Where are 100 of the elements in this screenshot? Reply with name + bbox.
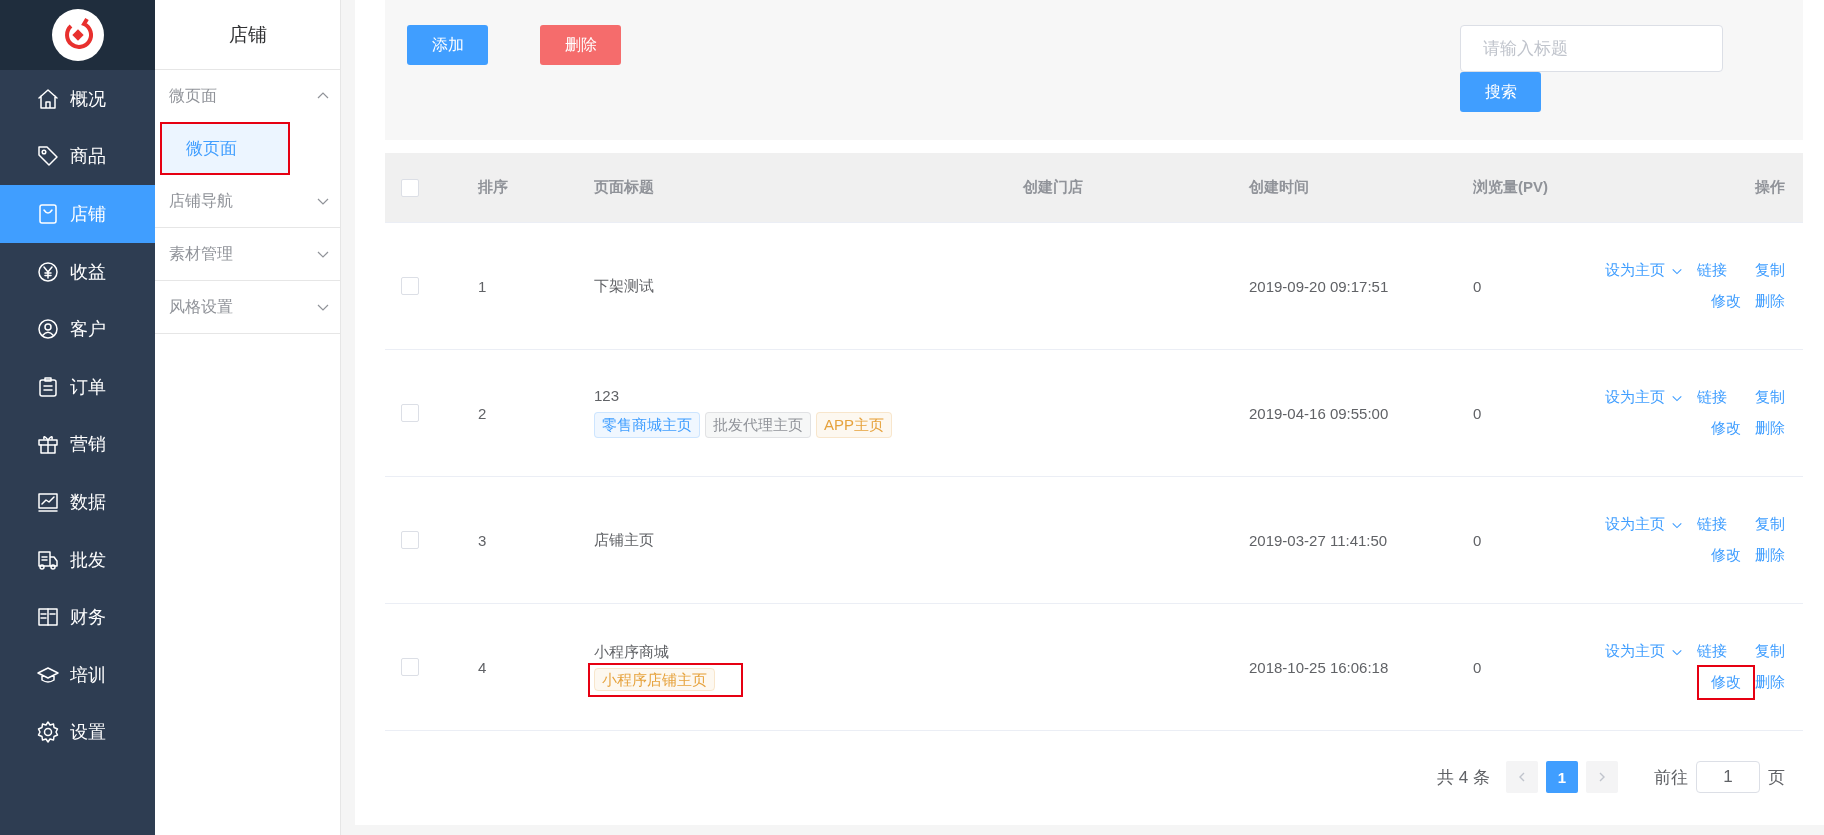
nav-item[interactable]: 财务	[0, 588, 155, 646]
table-cell: 2019-04-16 09:55:00	[1249, 404, 1389, 422]
nav-label: 培训	[70, 663, 106, 687]
search-button[interactable]: 搜索	[1460, 72, 1541, 112]
delete-action[interactable]: 删除	[1755, 546, 1785, 565]
tag-icon	[36, 144, 60, 169]
copy-action[interactable]: 复制	[1755, 642, 1785, 661]
table-cell: 2018-10-25 16:06:18	[1249, 658, 1389, 676]
copy-action[interactable]: 复制	[1755, 388, 1785, 407]
page-title: 下架测试	[594, 276, 654, 296]
nav-item[interactable]: 数据	[0, 473, 155, 531]
delete-action[interactable]: 删除	[1755, 419, 1785, 438]
toolbar-button[interactable]: 添加	[407, 25, 488, 65]
nav-label: 数据	[70, 490, 106, 514]
column-header: 创建门店	[1023, 178, 1083, 195]
nav-item[interactable]: 订单	[0, 357, 155, 416]
column-header: 页面标题	[594, 178, 654, 195]
table-cell: 2	[478, 404, 487, 422]
copy-action[interactable]: 复制	[1755, 515, 1785, 534]
submenu-group[interactable]: 店铺导航	[155, 175, 340, 228]
logo-icon	[50, 8, 105, 62]
nav-label: 财务	[70, 606, 106, 630]
edit-action[interactable]: 修改	[1697, 411, 1755, 446]
prev-page-button[interactable]	[1506, 761, 1538, 793]
nav-label: 收益	[70, 260, 106, 284]
edit-action[interactable]: 修改	[1697, 538, 1755, 573]
nav-item[interactable]: 设置	[0, 703, 155, 762]
nav-item[interactable]: 客户	[0, 300, 155, 358]
nav-item[interactable]: 批发	[0, 530, 155, 589]
set-home-dropdown[interactable]: 设为主页	[1605, 261, 1683, 280]
nav-item[interactable]: 概况	[0, 70, 155, 128]
checkbox[interactable]	[401, 178, 419, 197]
checkbox[interactable]	[401, 277, 419, 295]
link-action[interactable]: 链接	[1697, 261, 1741, 280]
table-cell: 4	[478, 658, 487, 676]
gear-icon	[36, 720, 60, 745]
nav-label: 订单	[70, 375, 106, 399]
submenu-group[interactable]: 素材管理	[155, 228, 340, 281]
link-action[interactable]: 链接	[1697, 642, 1741, 661]
page-title: 小程序商城	[594, 642, 669, 662]
total-count: 共 4 条	[1437, 766, 1490, 789]
nav-item[interactable]: 培训	[0, 645, 155, 704]
tag: 小程序店铺主页	[594, 667, 715, 691]
table-cell: 0	[1473, 277, 1482, 295]
delete-action[interactable]: 删除	[1755, 292, 1785, 311]
nav-label: 客户	[70, 318, 106, 342]
nav-label: 商品	[70, 145, 106, 169]
search-field[interactable]: 请输入标题	[1460, 25, 1723, 72]
column-header: 操作	[1755, 178, 1785, 195]
submenu-title: 店铺	[155, 0, 340, 70]
table-cell: 3	[478, 531, 487, 549]
page-title: 店铺主页	[594, 530, 654, 550]
nav-item[interactable]: 营销	[0, 415, 155, 474]
set-home-dropdown[interactable]: 设为主页	[1605, 642, 1683, 661]
goto-label: 前往	[1654, 766, 1688, 789]
table-cell: 1	[478, 277, 487, 295]
set-home-dropdown[interactable]: 设为主页	[1605, 388, 1683, 407]
tag: APP主页	[816, 411, 892, 438]
edit-action[interactable]: 修改	[1697, 284, 1755, 319]
edit-action[interactable]: 修改	[1697, 665, 1755, 700]
nav-label: 设置	[70, 721, 106, 745]
table-cell: 0	[1473, 404, 1482, 422]
nav-label: 概况	[70, 87, 106, 111]
yen-icon	[36, 259, 60, 284]
user-icon	[36, 317, 60, 342]
bag-icon	[36, 202, 60, 226]
submenu-group[interactable]: 风格设置	[155, 281, 340, 334]
set-home-dropdown[interactable]: 设为主页	[1605, 515, 1683, 534]
next-page-button[interactable]	[1586, 761, 1618, 793]
nav-item[interactable]: 商品	[0, 127, 155, 186]
checkbox[interactable]	[401, 658, 419, 676]
nav-item[interactable]: 店铺	[0, 185, 155, 243]
table-cell: 0	[1473, 658, 1482, 676]
nav-label: 批发	[70, 548, 106, 572]
column-header: 创建时间	[1249, 178, 1309, 195]
link-action[interactable]: 链接	[1697, 515, 1741, 534]
copy-action[interactable]: 复制	[1755, 261, 1785, 280]
table-cell: 0	[1473, 531, 1482, 549]
toolbar-button[interactable]: 删除	[540, 25, 621, 65]
nav-label: 店铺	[70, 203, 106, 226]
tag: 批发代理主页	[705, 411, 811, 438]
page-title: 123	[594, 386, 620, 404]
home-icon	[36, 86, 60, 111]
tag: 零售商城主页	[594, 411, 700, 438]
nav-label: 营销	[70, 433, 106, 457]
checkbox[interactable]	[401, 404, 419, 422]
page-input[interactable]: 1	[1696, 761, 1760, 793]
page-suffix: 页	[1768, 766, 1785, 789]
clipboard-icon	[36, 374, 60, 399]
nav-item[interactable]: 收益	[0, 242, 155, 301]
delete-action[interactable]: 删除	[1755, 673, 1785, 692]
checkbox[interactable]	[401, 531, 419, 549]
submenu-group[interactable]: 微页面	[155, 70, 340, 122]
page-number[interactable]: 1	[1546, 761, 1578, 793]
submenu-item[interactable]: 微页面	[160, 122, 290, 175]
table-cell: 2019-09-20 09:17:51	[1249, 277, 1389, 295]
column-header: 排序	[478, 178, 508, 195]
link-action[interactable]: 链接	[1697, 388, 1741, 407]
column-header: 浏览量(PV)	[1473, 178, 1548, 195]
table-cell: 2019-03-27 11:41:50	[1249, 531, 1388, 549]
